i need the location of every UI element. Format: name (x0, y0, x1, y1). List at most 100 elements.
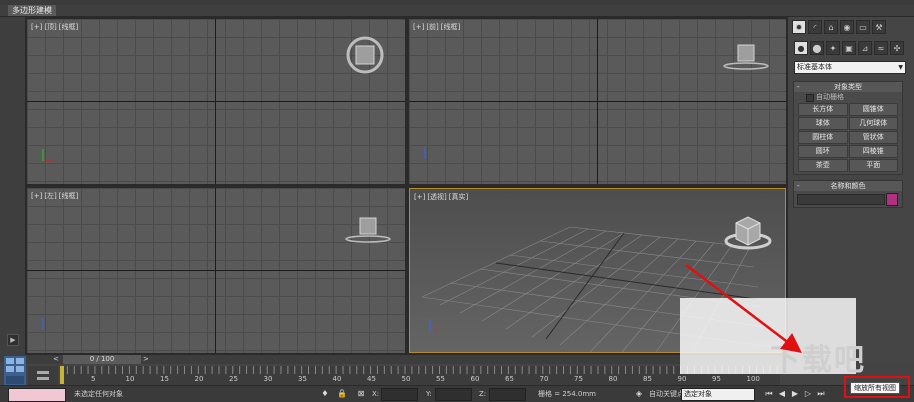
y-coordinate-field[interactable] (435, 388, 472, 401)
create-sun-icon[interactable]: ✹ (792, 20, 806, 34)
axis-gizmo-icon (424, 147, 426, 159)
spacewarp-icon[interactable]: ≈ (874, 41, 888, 55)
object-type-header[interactable]: - 对象类型 (794, 82, 902, 92)
viewcube-icon[interactable] (343, 212, 393, 246)
prev-frame-icon[interactable]: ◀ (777, 389, 787, 399)
viewport-shading-mode[interactable]: [真实] (449, 193, 468, 201)
viewport-shading-mode[interactable]: [线框] (59, 23, 78, 31)
name-color-title: 名称和颜色 (830, 182, 866, 190)
current-frame-marker[interactable] (60, 366, 64, 384)
zoom-all-tooltip: 缩放所有视图 (850, 382, 900, 394)
sphere-button[interactable]: 球体 (798, 117, 848, 130)
viewport-view-name[interactable]: [透视] (427, 193, 446, 201)
pyramid-button[interactable]: 四棱锥 (848, 145, 898, 158)
geometry-sphere-icon[interactable]: ● (794, 41, 808, 55)
viewport-menu-plus[interactable]: [+] (413, 23, 424, 31)
helper-icon[interactable]: ⊿ (858, 41, 872, 55)
track-bar[interactable]: 5 10 15 20 25 30 35 40 45 50 55 60 65 70 75 80 85 90 95 100 (60, 366, 780, 385)
geosphere-button[interactable]: 几何球体 (848, 117, 898, 130)
track-tick-label: 95 (712, 375, 721, 383)
key-filter-icon[interactable] (36, 369, 50, 383)
go-to-start-icon[interactable]: ⏮ (764, 389, 774, 399)
axis-gizmo-icon (429, 319, 438, 331)
motion-icon[interactable]: ◉ (840, 20, 854, 34)
plane-button[interactable]: 平面 (848, 159, 898, 172)
grid-axis-horizontal (27, 270, 405, 271)
absolute-mode-icon[interactable]: ⊠ (356, 389, 366, 399)
keyframe-mode-icon[interactable]: ◈ (634, 389, 644, 399)
cone-button[interactable]: 圆锥体 (848, 103, 898, 116)
viewport-view-name[interactable]: [顶] (44, 23, 56, 31)
teapot-button[interactable]: 茶壶 (798, 159, 848, 172)
axis-gizmo-icon (42, 149, 53, 161)
object-color-swatch[interactable] (886, 193, 898, 206)
viewport-label[interactable]: [+] [前] [线框] (413, 22, 462, 32)
key-filter-dropdown[interactable]: 选定对象 (681, 388, 755, 401)
track-tick-label: 10 (125, 375, 135, 383)
time-prev-icon[interactable]: < (53, 355, 61, 364)
viewcube-icon[interactable] (345, 35, 385, 75)
grid-axis-vertical (597, 19, 598, 184)
name-color-rollout: - 名称和颜色 (793, 180, 903, 208)
viewport-menu-plus[interactable]: [+] (414, 193, 425, 201)
tube-button[interactable]: 管状体 (848, 131, 898, 144)
viewport-shading-mode[interactable]: [线框] (441, 23, 460, 31)
box-button[interactable]: 长方体 (798, 103, 848, 116)
autogrid-checkbox[interactable]: 自动栅格 (794, 92, 902, 102)
cylinder-button[interactable]: 圆柱体 (798, 131, 848, 144)
viewport-label[interactable]: [+] [左] [线框] (31, 191, 80, 201)
auto-key-label[interactable]: 自动关键点 (649, 388, 684, 400)
camera-icon[interactable]: ▣ (842, 41, 856, 55)
name-row (794, 191, 902, 207)
expand-arrow-icon[interactable]: ▶ (7, 334, 19, 346)
x-coordinate-field[interactable] (381, 388, 418, 401)
layout-logo-icon[interactable] (4, 356, 26, 386)
next-frame-icon[interactable]: ▷ (803, 389, 813, 399)
viewport-view-name[interactable]: [左] (44, 192, 56, 200)
viewport-front[interactable]: [+] [前] [线框] (409, 19, 786, 184)
category-dropdown[interactable]: 标准基本体 ▼ (794, 61, 906, 74)
grid-axis-vertical (215, 188, 216, 353)
track-tick-label: 65 (505, 375, 514, 383)
autogrid-label: 自动栅格 (816, 93, 844, 101)
light-icon[interactable]: ✦ (826, 41, 840, 55)
primitive-buttons: 长方体 圆锥体 球体 几何球体 圆柱体 管状体 圆环 四棱锥 茶壶 平面 (794, 102, 902, 174)
object-name-field[interactable] (797, 194, 885, 205)
time-slider[interactable]: 0 / 100 (63, 355, 141, 364)
track-tick-label: 45 (367, 375, 376, 383)
viewport-view-name[interactable]: [前] (426, 23, 438, 31)
systems-icon[interactable]: ✣ (890, 41, 904, 55)
status-message: 未选定任何对象 (74, 390, 123, 398)
viewcube-icon[interactable] (722, 209, 774, 253)
tab-polygon-modeling[interactable]: 多边形建模 (8, 5, 56, 16)
time-next-icon[interactable]: > (143, 355, 151, 364)
hierarchy-icon[interactable]: ⌂ (824, 20, 838, 34)
go-to-end-icon[interactable]: ⏭ (816, 389, 826, 399)
display-icon[interactable]: ▭ (856, 20, 870, 34)
lock-icon[interactable]: 🔒 (337, 389, 347, 399)
isolate-icon[interactable]: ♦ (320, 389, 330, 399)
name-color-header[interactable]: - 名称和颜色 (794, 181, 902, 191)
viewport-menu-plus[interactable]: [+] (31, 192, 42, 200)
viewcube-icon[interactable] (721, 39, 771, 73)
viewport-label[interactable]: [+] [顶] [线框] (31, 22, 80, 32)
track-tick-label: 50 (401, 375, 411, 383)
viewport-area: [+] [顶] [线框] [+] [前] [线框] [+] [左] [线框] [… (25, 17, 788, 355)
viewport-label[interactable]: [+] [透视] [真实] (414, 192, 470, 202)
track-tick-label: 40 (332, 375, 342, 383)
category-dropdown-value: 标准基本体 (797, 63, 832, 71)
z-coordinate-field[interactable] (489, 388, 526, 401)
viewport-shading-mode[interactable]: [线框] (59, 192, 78, 200)
grid-size: 栅格 = 254.0mm (538, 390, 596, 398)
viewport-left[interactable]: [+] [左] [线框] (27, 188, 405, 353)
shapes-icon[interactable]: ⬤ (810, 41, 824, 55)
modify-curve-icon[interactable]: ◜ (808, 20, 822, 34)
viewport-top[interactable]: [+] [顶] [线框] (27, 19, 405, 184)
viewport-menu-plus[interactable]: [+] (31, 23, 42, 31)
play-icon[interactable]: ▶ (790, 389, 800, 399)
torus-button[interactable]: 圆环 (798, 145, 848, 158)
track-tick-label: 100 (746, 375, 760, 383)
checkbox-box[interactable] (806, 94, 814, 102)
utilities-hammer-icon[interactable]: ⚒ (872, 20, 886, 34)
maxscript-listener[interactable] (8, 388, 66, 402)
